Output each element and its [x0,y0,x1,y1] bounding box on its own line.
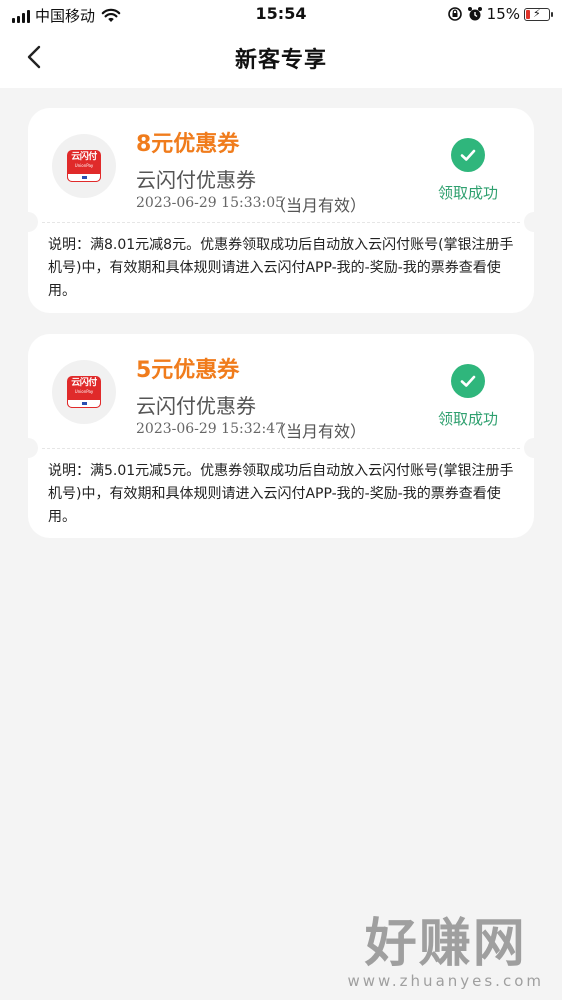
logo-badge: 云闪付 UnionPay [67,376,101,408]
unionpay-logo: 云闪付 UnionPay [52,134,116,198]
watermark: 好赚网 www.zhuanyes.com [347,918,544,990]
coupon-card[interactable]: 云闪付 UnionPay 5元优惠券 云闪付优惠券 2023-06-29 15:… [18,334,544,538]
nav-bar: 新客专享 [0,32,562,82]
coupon-validity: （当月有效） [270,196,367,215]
coupon-description: 说明：满5.01元减5元。优惠券领取成功后自动放入云闪付账号(掌银注册手机号)中… [48,463,514,525]
dashed-divider [42,222,520,223]
check-circle-icon [451,364,485,398]
coupon-amount: 8元优惠券 [136,132,240,157]
battery-icon: ⚡ [524,7,553,21]
watermark-url: www.zhuanyes.com [347,972,544,990]
check-circle-icon [451,138,485,172]
claim-status-label: 领取成功 [437,410,498,428]
coupon-date: 2023-06-29 15:32:47 [136,421,285,437]
card-notch-right [524,438,544,458]
lock-rotation-icon [447,7,462,21]
card-notch-left [18,438,38,458]
logo-subtext: UnionPay [74,389,94,394]
status-bar: 中国移动 15:54 15% ⚡ [0,0,562,30]
alarm-icon [467,7,482,21]
logo-text: 云闪付 [71,152,97,162]
coupon-amount: 5元优惠券 [136,358,240,383]
watermark-logo-text: 好赚网 [364,914,527,974]
claim-status: 领取成功 [428,364,508,429]
coupon-type: 云闪付优惠券 [136,168,256,192]
coupon-type: 云闪付优惠券 [136,394,256,418]
card-notch-right [524,212,544,232]
header: 中国移动 15:54 15% ⚡ 新客专享 [0,0,562,88]
battery-percent: 15% [486,5,520,23]
status-bar-right: 15% ⚡ [447,5,553,23]
claim-status-label: 领取成功 [437,184,498,202]
coupon-validity: （当月有效） [270,422,367,441]
logo-text: 云闪付 [71,378,97,388]
claim-status: 领取成功 [428,138,508,203]
coupon-description: 说明：满8.01元减8元。优惠券领取成功后自动放入云闪付账号(掌银注册手机号)中… [48,237,514,299]
card-notch-left [18,212,38,232]
page-title: 新客专享 [234,48,327,73]
logo-subtext: UnionPay [74,163,94,168]
coupon-date: 2023-06-29 15:33:05 [136,195,285,211]
logo-badge: 云闪付 UnionPay [67,150,101,182]
dashed-divider [42,448,520,449]
unionpay-logo: 云闪付 UnionPay [52,360,116,424]
coupon-card[interactable]: 云闪付 UnionPay 8元优惠券 云闪付优惠券 2023-06-29 15:… [18,108,544,313]
